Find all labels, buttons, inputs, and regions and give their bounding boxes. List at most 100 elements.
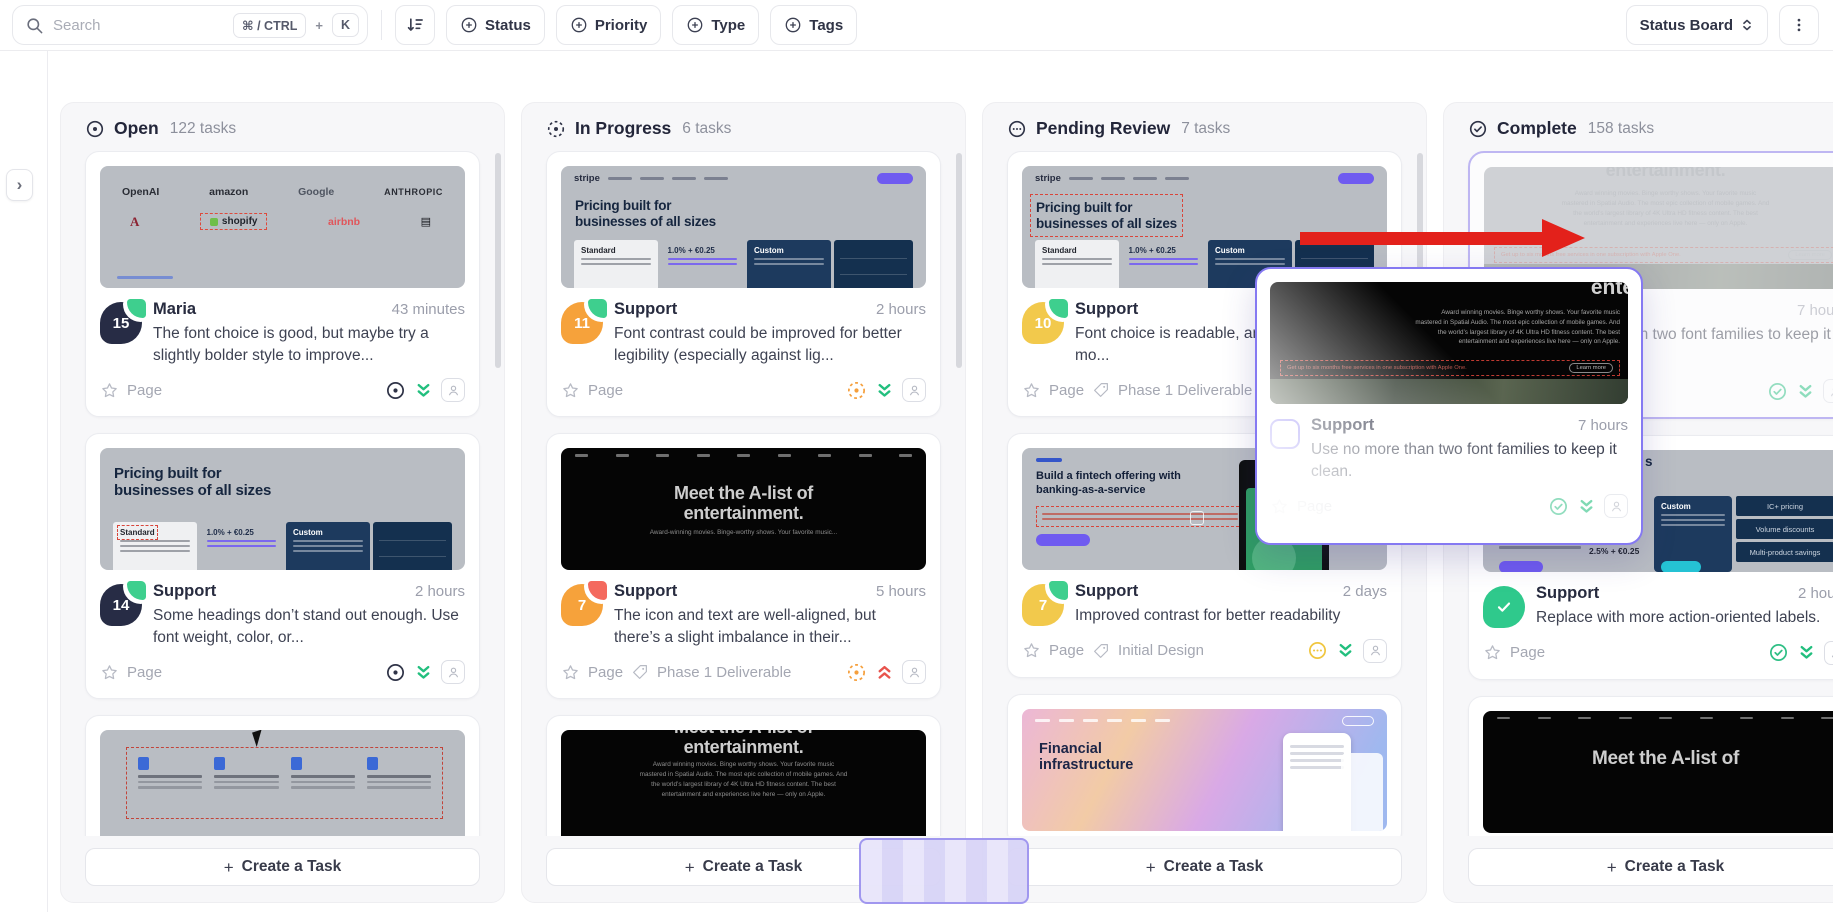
star-icon[interactable] bbox=[561, 381, 580, 400]
card-thumbnail-docs bbox=[100, 730, 465, 836]
logo-airbnb: airbnb bbox=[328, 216, 360, 228]
status-open-icon[interactable] bbox=[385, 662, 406, 683]
tag-icon bbox=[631, 663, 649, 681]
card-description: Replace with more action-oriented labels… bbox=[1536, 607, 1833, 629]
column-open: Open 122 tasks OpenAI amazon Google ANTH… bbox=[60, 102, 505, 903]
leaf-accent bbox=[1049, 299, 1068, 318]
more-options-button[interactable] bbox=[1779, 5, 1819, 45]
filter-priority-button[interactable]: Priority bbox=[556, 5, 662, 45]
comment-count-badge: 10 bbox=[1022, 302, 1064, 344]
chevron-right-icon: › bbox=[17, 175, 23, 195]
column-scrollbar[interactable] bbox=[495, 153, 501, 368]
task-card-partial[interactable]: Meet the A-list ofentertainment. Award w… bbox=[546, 715, 941, 836]
pricing-custom: Custom bbox=[293, 528, 323, 537]
card-time: 7 hours bbox=[1578, 417, 1628, 434]
assignee-button[interactable] bbox=[902, 660, 926, 684]
search-box[interactable]: ⌘ / CTRL + K bbox=[12, 5, 368, 45]
card-time: 2 hours bbox=[1798, 585, 1833, 602]
pricing-rate: 1.0% + €0.25 bbox=[207, 528, 254, 537]
card-description: Use no more than two font families to ke… bbox=[1311, 439, 1628, 482]
dragged-task-card[interactable]: ente Award winning movies. Binge worthy … bbox=[1255, 267, 1643, 545]
task-card-contrast[interactable]: stripe Pricing built forbusinesses of al… bbox=[546, 151, 941, 417]
column-pending-review-header: Pending Review 7 tasks bbox=[983, 103, 1426, 151]
assignee-button[interactable] bbox=[1604, 494, 1628, 518]
assignee-button[interactable] bbox=[441, 660, 465, 684]
star-icon[interactable] bbox=[1022, 381, 1041, 400]
status-pending-icon[interactable] bbox=[1307, 640, 1328, 661]
annotation-offer-bar: Get up to six months free services in on… bbox=[1280, 360, 1620, 376]
search-icon bbox=[25, 16, 44, 35]
filter-tags-button[interactable]: Tags bbox=[770, 5, 857, 45]
priority-high-icon[interactable] bbox=[875, 663, 894, 682]
tag-label: Phase 1 Deliverable bbox=[657, 664, 791, 681]
toolbar: ⌘ / CTRL + K Status Priority Type Tags S… bbox=[0, 0, 1833, 51]
expand-sidebar-button[interactable]: › bbox=[6, 169, 33, 201]
task-card-alignment[interactable]: Meet the A-list ofentertainment. Award-w… bbox=[546, 433, 941, 699]
card-type-label: Page bbox=[1510, 644, 1545, 661]
column-complete-header: Complete 158 tasks bbox=[1444, 103, 1833, 151]
card-time: 2 hours bbox=[876, 301, 926, 318]
leaf-accent bbox=[127, 581, 146, 600]
star-icon[interactable] bbox=[561, 663, 580, 682]
status-open-icon[interactable] bbox=[385, 380, 406, 401]
status-complete-icon[interactable] bbox=[1548, 496, 1569, 517]
priority-low-icon[interactable] bbox=[414, 663, 433, 682]
task-card-partial[interactable]: Financialinfrastructure bbox=[1007, 694, 1402, 837]
plus-icon: + bbox=[685, 859, 695, 876]
assignee-button[interactable] bbox=[902, 378, 926, 402]
status-complete-icon[interactable] bbox=[1768, 642, 1789, 663]
star-icon[interactable] bbox=[1022, 641, 1041, 660]
shortcut-meta-key: ⌘ / CTRL bbox=[233, 13, 306, 38]
kebab-icon bbox=[1790, 16, 1808, 34]
star-icon[interactable] bbox=[100, 663, 119, 682]
priority-low-icon[interactable] bbox=[1797, 643, 1816, 662]
card-thumbnail-pricing: Pricing built forbusinesses of all sizes… bbox=[100, 448, 465, 570]
create-task-button[interactable]: +Create a Task bbox=[1468, 848, 1833, 886]
view-switcher-label: Status Board bbox=[1640, 17, 1733, 34]
create-task-button[interactable]: +Create a Task bbox=[1007, 848, 1402, 886]
assignee-button[interactable] bbox=[1363, 639, 1387, 663]
leaf-accent bbox=[588, 299, 607, 318]
create-task-button[interactable]: +Create a Task bbox=[85, 848, 480, 886]
task-card-maria[interactable]: OpenAI amazon Google ANTHROPIC A shopify… bbox=[85, 151, 480, 417]
task-card-partial[interactable]: Meet the A-list of bbox=[1468, 696, 1833, 837]
logo-shopify: shopify bbox=[200, 213, 268, 230]
card-author: Support bbox=[614, 582, 677, 601]
filter-status-button[interactable]: Status bbox=[446, 5, 545, 45]
assignee-button[interactable] bbox=[1823, 379, 1833, 403]
status-in-progress-icon[interactable] bbox=[846, 662, 867, 683]
card-thumbnail-entertainment: Meet the A-list ofentertainment. Award w… bbox=[561, 730, 926, 836]
ent-subtitle: Award-winning movies. Binge-worthy shows… bbox=[590, 528, 897, 538]
card-description: The icon and text are well-aligned, but … bbox=[614, 605, 926, 648]
search-input[interactable] bbox=[53, 17, 224, 34]
assignee-button[interactable] bbox=[1824, 641, 1833, 665]
column-title: Open bbox=[114, 118, 159, 139]
priority-low-icon[interactable] bbox=[414, 381, 433, 400]
star-icon[interactable] bbox=[100, 381, 119, 400]
star-icon[interactable] bbox=[1270, 497, 1289, 516]
column-scrollbar[interactable] bbox=[956, 153, 962, 368]
column-title: In Progress bbox=[575, 118, 671, 139]
priority-low-icon[interactable] bbox=[1577, 497, 1596, 516]
star-icon[interactable] bbox=[1483, 643, 1502, 662]
status-complete-icon[interactable] bbox=[1767, 381, 1788, 402]
sort-button[interactable] bbox=[395, 5, 435, 45]
select-checkbox[interactable] bbox=[1270, 419, 1300, 449]
status-in-progress-icon[interactable] bbox=[846, 380, 867, 401]
assignee-button[interactable] bbox=[441, 378, 465, 402]
nav-pill bbox=[1342, 716, 1374, 726]
task-card-headings[interactable]: Pricing built forbusinesses of all sizes… bbox=[85, 433, 480, 699]
priority-low-icon[interactable] bbox=[875, 381, 894, 400]
card-time: 43 minutes bbox=[392, 301, 465, 318]
priority-low-icon[interactable] bbox=[1796, 382, 1815, 401]
view-switcher-button[interactable]: Status Board bbox=[1626, 5, 1768, 45]
task-card-partial[interactable] bbox=[85, 715, 480, 836]
logo-mark: ▤ bbox=[421, 215, 431, 228]
fintech-logo bbox=[1036, 458, 1062, 462]
filter-type-button[interactable]: Type bbox=[672, 5, 759, 45]
plus-icon: + bbox=[1607, 859, 1617, 876]
cta-pill bbox=[1499, 561, 1543, 572]
priority-low-icon[interactable] bbox=[1336, 641, 1355, 660]
card-time: 7 hours bbox=[1797, 302, 1833, 319]
card-author: Support bbox=[1311, 416, 1374, 435]
